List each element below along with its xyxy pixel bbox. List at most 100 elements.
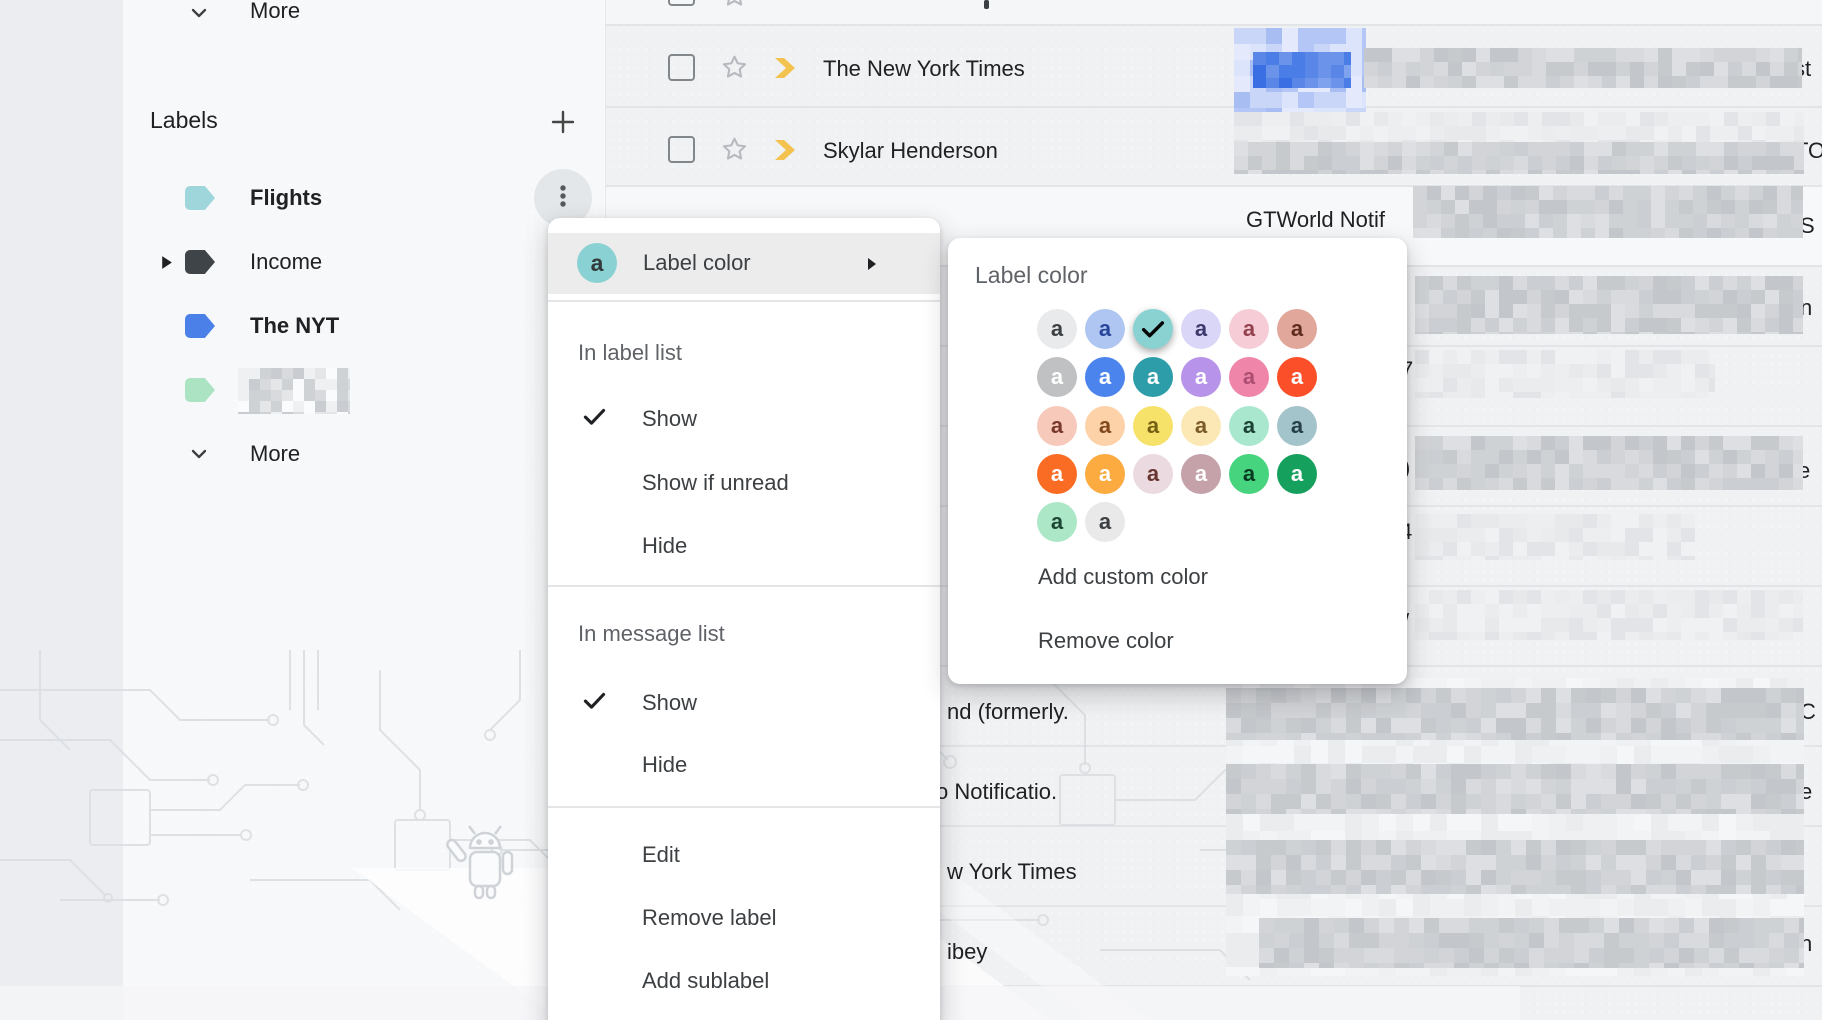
menu-item-show[interactable]: Show bbox=[548, 678, 940, 728]
color-swatch[interactable]: a bbox=[1085, 454, 1125, 494]
redacted-content bbox=[238, 368, 350, 414]
menu-item-add-sublabel[interactable]: Add sublabel bbox=[548, 956, 940, 1006]
checkbox[interactable] bbox=[668, 0, 695, 6]
gmail-sidebar: More Labels Flights Income The NYT More bbox=[123, 0, 605, 1020]
swatch-letter: a bbox=[1051, 316, 1063, 342]
row-divider bbox=[606, 106, 1822, 108]
swatch-letter: a bbox=[1099, 509, 1111, 535]
sidebar-label-the-nyt[interactable]: The NYT bbox=[123, 298, 605, 354]
menu-item-label: Edit bbox=[642, 842, 680, 868]
color-swatch[interactable]: a bbox=[1133, 357, 1173, 397]
menu-item-label: Show if unread bbox=[642, 470, 789, 496]
color-swatch[interactable]: a bbox=[1277, 357, 1317, 397]
swatch-letter: a bbox=[1051, 461, 1063, 487]
row-divider bbox=[606, 24, 1822, 26]
menu-item-show[interactable]: Show bbox=[548, 394, 940, 444]
swatch-letter: a bbox=[1147, 364, 1159, 390]
menu-item-remove-label[interactable]: Remove label bbox=[548, 893, 940, 943]
label-tag-icon bbox=[185, 378, 215, 402]
menu-section-header: In label list bbox=[578, 340, 682, 366]
redacted-content bbox=[1226, 688, 1804, 740]
submenu-title: Label color bbox=[975, 262, 1088, 289]
email-sender-fragment: ibey bbox=[947, 938, 987, 965]
sidebar-label-name: Income bbox=[250, 249, 322, 275]
color-swatch[interactable]: a bbox=[1085, 357, 1125, 397]
color-swatch[interactable]: a bbox=[1181, 357, 1221, 397]
label-tag-icon bbox=[185, 186, 215, 210]
chevron-down-icon bbox=[187, 442, 211, 471]
row-checkbox[interactable] bbox=[668, 136, 695, 163]
menu-item-edit[interactable]: Edit bbox=[548, 830, 940, 880]
swatch-letter: a bbox=[1195, 461, 1207, 487]
swatch-letter: a bbox=[1099, 364, 1111, 390]
swatch-letter: a bbox=[1051, 509, 1063, 535]
redacted-content bbox=[1415, 514, 1695, 560]
sidebar-item-more-top[interactable]: More bbox=[250, 0, 300, 24]
color-swatch[interactable]: a bbox=[1133, 454, 1173, 494]
window-gutter bbox=[0, 0, 123, 1020]
color-swatch[interactable]: a bbox=[1037, 502, 1077, 542]
color-swatch[interactable]: a bbox=[1085, 406, 1125, 446]
swatch-letter: a bbox=[1243, 413, 1255, 439]
row-checkbox[interactable] bbox=[668, 54, 695, 81]
color-swatch[interactable]: a bbox=[1277, 454, 1317, 494]
menu-item-show-if-unread[interactable]: Show if unread bbox=[548, 458, 940, 508]
swatch-letter: a bbox=[1051, 364, 1063, 390]
sidebar-label-name: The NYT bbox=[250, 313, 339, 339]
swatch-letter: a bbox=[1291, 364, 1303, 390]
email-sender: The New York Times bbox=[823, 55, 1025, 82]
color-swatch[interactable]: a bbox=[1133, 406, 1173, 446]
color-swatch[interactable]: a bbox=[1037, 309, 1077, 349]
labels-heading: Labels bbox=[150, 107, 218, 134]
create-label-button[interactable] bbox=[547, 106, 579, 143]
color-swatch[interactable]: a bbox=[1277, 406, 1317, 446]
color-swatch-selected[interactable] bbox=[1133, 309, 1173, 349]
color-swatch[interactable]: a bbox=[1229, 454, 1269, 494]
menu-item-label-color-text: Label color bbox=[643, 250, 751, 276]
color-swatch[interactable]: a bbox=[1037, 406, 1077, 446]
redacted-content bbox=[1226, 764, 1804, 814]
sidebar-label-redacted[interactable] bbox=[123, 362, 605, 418]
menu-item-label: Show bbox=[642, 690, 697, 716]
color-swatch[interactable]: a bbox=[1181, 406, 1221, 446]
label-tag-icon bbox=[185, 314, 215, 338]
color-swatch[interactable]: a bbox=[1085, 309, 1125, 349]
redacted-content bbox=[1415, 276, 1803, 334]
color-swatch[interactable]: a bbox=[1277, 309, 1317, 349]
sidebar-label-flights[interactable]: Flights bbox=[123, 170, 605, 226]
color-swatch[interactable]: a bbox=[1037, 454, 1077, 494]
swatch-letter: a bbox=[1195, 316, 1207, 342]
star-icon[interactable] bbox=[719, 0, 750, 16]
sidebar-label-income[interactable]: Income bbox=[123, 234, 605, 290]
color-swatch[interactable]: a bbox=[1037, 357, 1077, 397]
color-swatch[interactable]: a bbox=[1085, 502, 1125, 542]
swatch-letter: a bbox=[1099, 316, 1111, 342]
menu-divider bbox=[548, 585, 940, 587]
swatch-letter: a bbox=[1243, 461, 1255, 487]
swatch-letter: a bbox=[1147, 413, 1159, 439]
sidebar-label-name: Flights bbox=[250, 185, 322, 211]
color-swatch[interactable]: a bbox=[1181, 454, 1221, 494]
email-row-partial bbox=[606, 0, 1822, 24]
email-sender-fragment: w York Times bbox=[947, 858, 1077, 885]
color-swatch[interactable]: a bbox=[1181, 309, 1221, 349]
expand-caret-icon[interactable] bbox=[160, 255, 173, 275]
redacted-content bbox=[1234, 112, 1804, 142]
color-swatch[interactable]: a bbox=[1229, 406, 1269, 446]
menu-item-label: Hide bbox=[642, 533, 687, 559]
color-swatch[interactable]: a bbox=[1229, 357, 1269, 397]
swatch-letter: a bbox=[1243, 364, 1255, 390]
star-icon[interactable] bbox=[719, 134, 750, 170]
remove-color-item[interactable]: Remove color bbox=[1038, 628, 1174, 654]
add-custom-color-item[interactable]: Add custom color bbox=[1038, 564, 1208, 590]
menu-item-hide[interactable]: Hide bbox=[548, 521, 940, 571]
sidebar-item-more-labels[interactable]: More bbox=[250, 441, 300, 467]
redacted-content bbox=[1234, 142, 1804, 174]
email-sender: Skylar Henderson bbox=[823, 137, 998, 164]
swatch-letter: a bbox=[1195, 413, 1207, 439]
redacted-content bbox=[1226, 840, 1804, 894]
color-swatch[interactable]: a bbox=[1229, 309, 1269, 349]
star-icon[interactable] bbox=[719, 52, 750, 88]
menu-item-hide[interactable]: Hide bbox=[548, 740, 940, 790]
swatch-letter: a bbox=[1291, 413, 1303, 439]
